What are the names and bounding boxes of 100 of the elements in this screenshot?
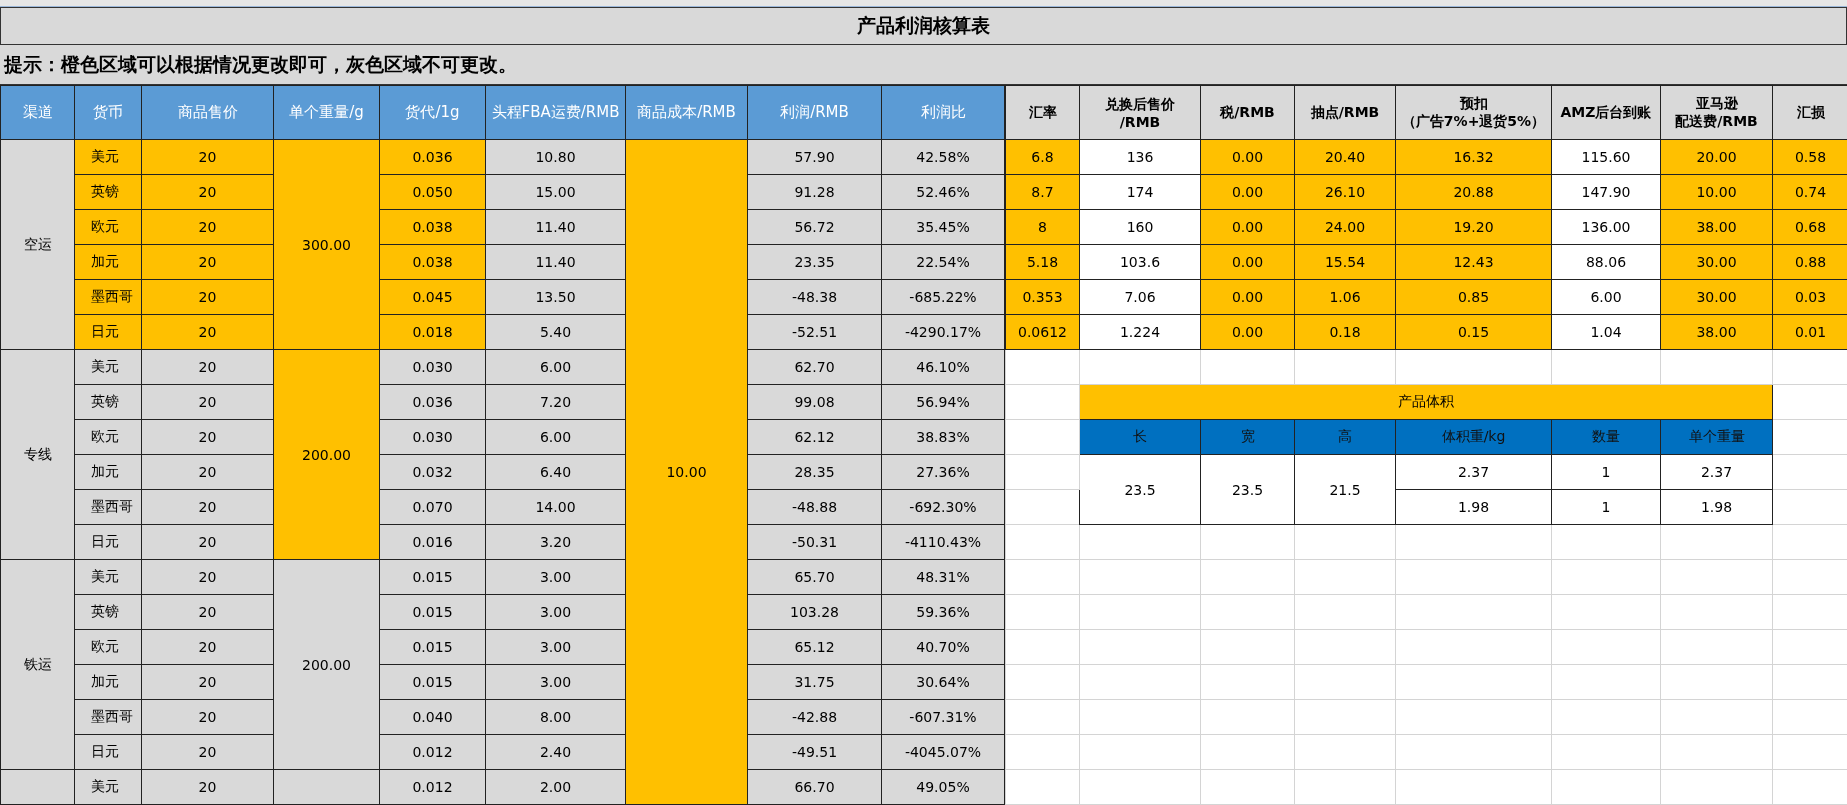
table-cell: 30.00: [1660, 244, 1773, 280]
table-cell: 28.35: [747, 454, 882, 490]
table-cell: 91.28: [747, 174, 882, 210]
table-cell: 16.32: [1395, 139, 1552, 175]
table-cell: 23.5: [1079, 454, 1201, 525]
table-cell: 21.5: [1294, 454, 1396, 525]
table-cell: 62.70: [747, 349, 882, 385]
table-cell: 0.040: [379, 699, 486, 735]
table-cell: 20: [141, 769, 274, 805]
table-cell: 147.90: [1551, 174, 1661, 210]
table-cell: 0.038: [379, 244, 486, 280]
table-cell: 160: [1079, 209, 1201, 245]
table-cell: 49.05%: [881, 769, 1005, 805]
table-cell: 8.00: [485, 699, 626, 735]
column-header: 长: [1079, 419, 1201, 455]
table-cell: 20.00: [1660, 139, 1773, 175]
table-cell: 30.00: [1660, 279, 1773, 315]
table-cell: 1: [1551, 454, 1661, 490]
table-cell: 65.70: [747, 559, 882, 595]
table-cell: 20: [141, 699, 274, 735]
table-cell: 6.40: [485, 454, 626, 490]
column-header: 商品成本/RMB: [625, 85, 748, 140]
table-cell: 3.00: [485, 559, 626, 595]
table-cell: 加元: [74, 454, 142, 490]
table-cell: 27.36%: [881, 454, 1005, 490]
column-header: （广告7%+退货5%）: [1400, 112, 1547, 131]
table-cell: 5.18: [1005, 244, 1080, 280]
column-header: 预扣: [1458, 94, 1489, 113]
table-cell: 20: [141, 629, 274, 665]
table-cell: 0.015: [379, 559, 486, 595]
table-cell: 1: [1551, 489, 1661, 525]
table-cell: 99.08: [747, 384, 882, 420]
table-cell: 46.10%: [881, 349, 1005, 385]
table-cell: 20: [141, 314, 274, 350]
table-cell: -4045.07%: [881, 734, 1005, 770]
table-cell: 0.015: [379, 594, 486, 630]
table-cell: 加元: [74, 664, 142, 700]
table-cell: 0.03: [1772, 279, 1847, 315]
table-cell: 10.00: [625, 139, 748, 805]
table-cell: 0.036: [379, 139, 486, 175]
table-cell: 48.31%: [881, 559, 1005, 595]
column-header: 单个重量: [1660, 419, 1773, 455]
table-cell: 欧元: [74, 419, 142, 455]
table-cell: 3.00: [485, 629, 626, 665]
table-cell: 20: [141, 734, 274, 770]
table-cell: 英镑: [74, 384, 142, 420]
table-cell: 8: [1005, 209, 1080, 245]
table-cell: 15.00: [485, 174, 626, 210]
table-cell: 11.40: [485, 209, 626, 245]
table-cell: 40.70%: [881, 629, 1005, 665]
table-cell: 墨西哥: [74, 489, 142, 525]
table-cell: 11.40: [485, 244, 626, 280]
table-cell: 10.80: [485, 139, 626, 175]
table-cell: 23.35: [747, 244, 882, 280]
table-cell: 38.00: [1660, 209, 1773, 245]
table-cell: 欧元: [74, 629, 142, 665]
table-cell: 铁运: [0, 559, 75, 770]
table-cell: 1.04: [1551, 314, 1661, 350]
table-cell: 66.70: [747, 769, 882, 805]
table-cell: 20.88: [1395, 174, 1552, 210]
column-header: 商品售价: [141, 85, 274, 140]
table-cell: 59.36%: [881, 594, 1005, 630]
table-cell: 2.37: [1395, 454, 1552, 490]
table-cell: 136.00: [1551, 209, 1661, 245]
table-cell: 日元: [74, 524, 142, 560]
table-cell: 0.0612: [1005, 314, 1080, 350]
column-header: /RMB: [1118, 113, 1162, 130]
table-cell: 20: [141, 139, 274, 175]
table-cell: 0.038: [379, 209, 486, 245]
table-cell: 20: [141, 559, 274, 595]
column-header: 宽: [1200, 419, 1295, 455]
table-cell: 20: [141, 174, 274, 210]
column-header: AMZ后台到账: [1559, 103, 1653, 122]
table-cell: 35.45%: [881, 209, 1005, 245]
table-cell: 0.58: [1772, 139, 1847, 175]
table-cell: 日元: [74, 734, 142, 770]
table-cell: 美元: [74, 559, 142, 595]
column-header: 货币: [74, 85, 142, 140]
table-cell: 美元: [74, 139, 142, 175]
table-cell: 0.070: [379, 489, 486, 525]
table-cell: 0.18: [1294, 314, 1396, 350]
table-cell: -48.38: [747, 279, 882, 315]
table-cell: 62.12: [747, 419, 882, 455]
table-cell: 6.00: [485, 419, 626, 455]
table-cell: 13.50: [485, 279, 626, 315]
table-cell: 2.00: [485, 769, 626, 805]
table-cell: 7.06: [1079, 279, 1201, 315]
table-cell: 56.72: [747, 209, 882, 245]
table-cell: 加元: [74, 244, 142, 280]
table-cell: 专线: [0, 349, 75, 560]
table-cell: 欧元: [74, 209, 142, 245]
table-cell: -4110.43%: [881, 524, 1005, 560]
table-cell: 3.00: [485, 664, 626, 700]
column-header: 体积重/kg: [1395, 419, 1552, 455]
table-title: 产品体积: [1079, 384, 1773, 420]
table-cell: 0.15: [1395, 314, 1552, 350]
table-cell: 0.015: [379, 629, 486, 665]
table-cell: 103.6: [1079, 244, 1201, 280]
table-cell: 0.012: [379, 769, 486, 805]
column-header: 头程FBA运费/RMB: [485, 85, 626, 140]
